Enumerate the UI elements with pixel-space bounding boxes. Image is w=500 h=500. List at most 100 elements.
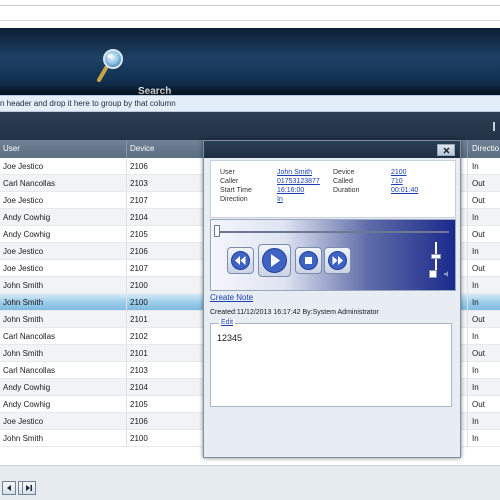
grid-footer (0, 465, 500, 500)
column-separator[interactable] (467, 140, 468, 158)
cell-device: 2104 (130, 213, 148, 222)
cell-separator (467, 158, 468, 175)
cell-direction: In (472, 162, 479, 171)
caller-label: Caller (220, 178, 239, 185)
duration-value[interactable]: 00:01:40 (391, 187, 418, 194)
cell-separator (467, 345, 468, 362)
cell-separator (126, 277, 127, 294)
column-header-device[interactable]: Device (130, 144, 154, 153)
column-header-direction[interactable]: Directio (472, 144, 499, 153)
cell-separator (126, 379, 127, 396)
direction-label: Direction (220, 196, 248, 203)
cell-direction: In (472, 332, 479, 341)
seek-track[interactable] (217, 231, 449, 233)
cell-device: 2100 (130, 434, 148, 443)
call-info-panel: User John Smith Caller 01753123877 Start… (210, 160, 456, 218)
cell-user: Andy Cowhig (3, 213, 51, 222)
search-icon[interactable] (97, 48, 125, 82)
cell-device: 2101 (130, 315, 148, 324)
user-value[interactable]: John Smith (277, 169, 312, 176)
cell-separator (467, 294, 468, 311)
cell-direction: Out (472, 400, 485, 409)
cell-separator (126, 396, 127, 413)
cell-user: Joe Jestico (3, 417, 44, 426)
caller-value[interactable]: 01753123877 (277, 178, 320, 185)
cell-direction: Out (472, 349, 485, 358)
cell-direction: Out (472, 230, 485, 239)
cell-user: Andy Cowhig (3, 400, 51, 409)
start-time-label: Start Time (220, 187, 252, 194)
cell-direction: In (472, 383, 479, 392)
app-header: Search (0, 28, 500, 97)
cell-separator (467, 277, 468, 294)
cell-device: 2103 (130, 179, 148, 188)
cell-device: 2105 (130, 230, 148, 239)
column-header-user[interactable]: User (3, 144, 20, 153)
group-by-panel[interactable]: n header and drop it here to group by th… (0, 95, 500, 112)
duration-label: Duration (333, 187, 360, 194)
last-page-button[interactable] (22, 481, 36, 495)
cell-separator (467, 379, 468, 396)
rewind-button[interactable] (227, 247, 254, 274)
cell-separator (126, 362, 127, 379)
toolbar-handle[interactable] (493, 122, 495, 131)
cell-separator (126, 311, 127, 328)
chevron-left-icon (7, 485, 11, 491)
cell-user: John Smith (3, 281, 44, 290)
cell-separator (467, 328, 468, 345)
cell-device: 2103 (130, 366, 148, 375)
cell-device: 2107 (130, 264, 148, 273)
cell-direction: In (472, 213, 479, 222)
fast-forward-button[interactable] (324, 247, 351, 274)
cell-device: 2100 (130, 298, 148, 307)
direction-value[interactable]: In (277, 196, 283, 203)
cell-user: Andy Cowhig (3, 383, 51, 392)
cell-device: 2106 (130, 247, 148, 256)
dialog-titlebar[interactable] (204, 141, 460, 158)
cell-separator (126, 209, 127, 226)
top-divider (0, 5, 500, 6)
stop-button[interactable] (295, 247, 322, 274)
cell-device: 2105 (130, 400, 148, 409)
create-note-link[interactable]: Create Note (210, 293, 253, 302)
mute-checkbox[interactable] (429, 270, 437, 278)
start-time-value[interactable]: 16:16:00 (277, 187, 304, 194)
device-label: Device (333, 169, 355, 176)
cell-direction: Out (472, 179, 485, 188)
volume-slider[interactable] (429, 242, 443, 272)
cell-user: Joe Jestico (3, 162, 44, 171)
fast-forward-icon (328, 251, 347, 270)
top-divider (0, 20, 500, 21)
cell-device: 2106 (130, 417, 148, 426)
play-button[interactable] (258, 244, 291, 277)
cell-separator (467, 192, 468, 209)
column-separator[interactable] (126, 140, 127, 158)
device-value[interactable]: 2100 (391, 169, 407, 176)
speaker-icon (444, 271, 448, 277)
cell-separator (467, 396, 468, 413)
cell-user: Carl Nancollas (3, 332, 56, 341)
user-label: User (220, 169, 235, 176)
cell-direction: Out (472, 264, 485, 273)
cell-user: Joe Jestico (3, 247, 44, 256)
cell-separator (126, 226, 127, 243)
cell-separator (126, 158, 127, 175)
edit-note-link[interactable]: Edit (219, 319, 236, 326)
cell-separator (126, 430, 127, 447)
called-label: Called (333, 178, 353, 185)
grid-toolbar (0, 112, 500, 140)
called-value[interactable]: 710 (391, 178, 403, 185)
cell-direction: Out (472, 196, 485, 205)
cell-direction: In (472, 298, 479, 307)
cell-separator (467, 243, 468, 260)
cell-device: 2106 (130, 162, 148, 171)
previous-page-button[interactable] (2, 481, 16, 495)
volume-thumb[interactable] (431, 254, 441, 259)
cell-user: John Smith (3, 434, 44, 443)
cell-separator (467, 430, 468, 447)
cell-separator (126, 175, 127, 192)
cell-user: Andy Cowhig (3, 230, 51, 239)
close-button[interactable] (437, 144, 455, 156)
seek-thumb[interactable] (214, 225, 220, 237)
cell-separator (126, 328, 127, 345)
